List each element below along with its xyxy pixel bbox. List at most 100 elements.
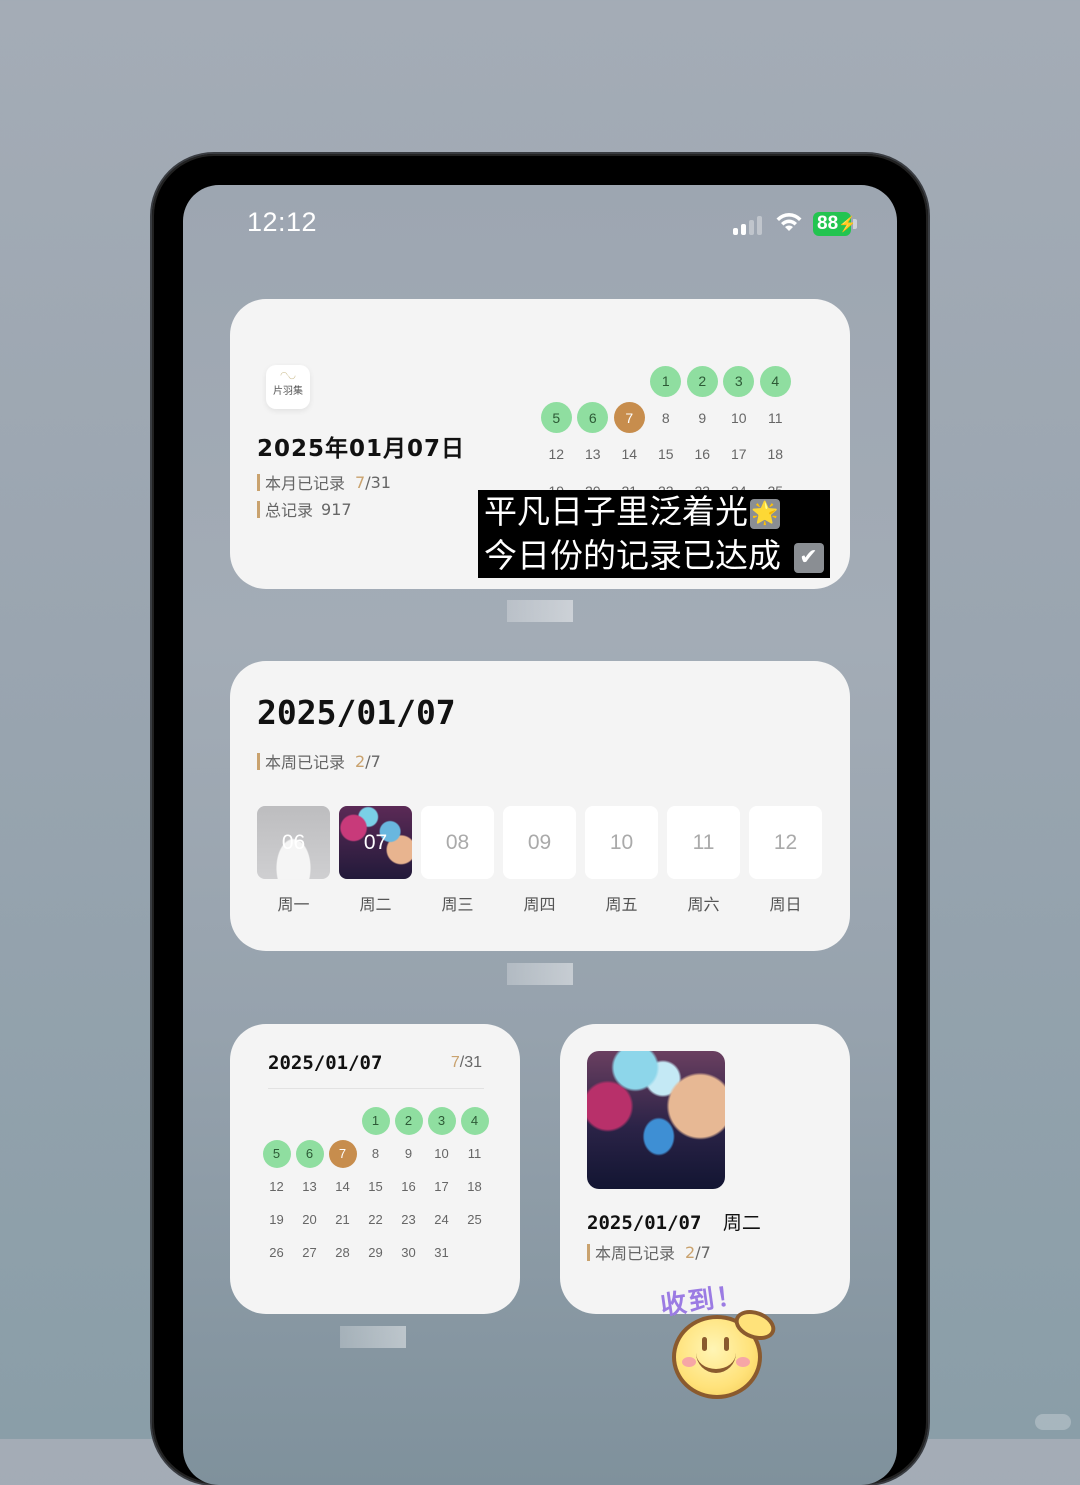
day-empty-tile[interactable]: 10 <box>585 806 658 879</box>
calendar-day-number: 16 <box>694 446 711 463</box>
calendar-day[interactable]: 8 <box>359 1137 392 1170</box>
calendar-day[interactable]: 10 <box>425 1137 458 1170</box>
calendar-day[interactable]: 18 <box>458 1170 491 1203</box>
calendar-day[interactable]: 20 <box>293 1203 326 1236</box>
week-strip-widget[interactable]: 2025/01/07 本周已记录 2/7 06 周一 07 周二 08 周三 09 周四 10 周… <box>230 661 850 951</box>
weekday-label: 周四 <box>523 895 556 914</box>
calendar-blank <box>326 1104 359 1137</box>
day-empty-tile[interactable]: 09 <box>503 806 576 879</box>
calendar-day[interactable]: 15 <box>648 436 685 473</box>
calendar-day[interactable]: 26 <box>260 1236 293 1269</box>
calendar-day[interactable]: 19 <box>260 1203 293 1236</box>
calendar-day-recorded[interactable]: 2 <box>684 363 721 400</box>
calendar-day-number: 2 <box>394 1106 423 1135</box>
calendar-day[interactable]: 11 <box>757 400 794 437</box>
calendar-day[interactable]: 15 <box>359 1170 392 1203</box>
calendar-day-recorded[interactable]: 4 <box>757 363 794 400</box>
calendar-day[interactable]: 16 <box>392 1170 425 1203</box>
day-photo-tile[interactable]: 07 <box>339 806 412 879</box>
calendar-day-number: 3 <box>723 365 755 397</box>
calendar-day-recorded[interactable]: 1 <box>359 1104 392 1137</box>
caption-line-2: 今日份的记录已达成 ✔ <box>484 534 824 578</box>
calendar-day-recorded[interactable]: 6 <box>293 1137 326 1170</box>
widget-label-placeholder <box>340 1326 406 1348</box>
calendar-day-recorded[interactable]: 2 <box>392 1104 425 1137</box>
calendar-day-recorded[interactable]: 3 <box>425 1104 458 1137</box>
calendar-day[interactable]: 17 <box>721 436 758 473</box>
calendar-day-number: 7 <box>328 1139 357 1168</box>
week-day-item[interactable]: 11 周六 <box>667 806 740 915</box>
week-day-item[interactable]: 12 周日 <box>749 806 822 915</box>
calendar-day[interactable]: 23 <box>392 1203 425 1236</box>
calendar-day-recorded[interactable]: 5 <box>260 1137 293 1170</box>
calendar-blank <box>611 363 648 400</box>
calendar-day-recorded[interactable]: 1 <box>648 363 685 400</box>
day-empty-tile[interactable]: 12 <box>749 806 822 879</box>
stat-total: /7 <box>695 1242 711 1262</box>
week-day-item[interactable]: 09 周四 <box>503 806 576 915</box>
calendar-day-number: 14 <box>335 1179 350 1194</box>
total-record-stat: 总记录 917 <box>257 497 352 521</box>
calendar-day-number: 9 <box>698 409 707 426</box>
calendar-day[interactable]: 31 <box>425 1236 458 1269</box>
day-photo-tile[interactable]: 06 <box>257 806 330 879</box>
calendar-day-number: 26 <box>269 1245 284 1260</box>
calendar-day-number: 7 <box>613 402 645 434</box>
calendar-day[interactable]: 14 <box>326 1170 359 1203</box>
weekday-label: 周二 <box>359 895 392 914</box>
calendar-day[interactable]: 13 <box>293 1170 326 1203</box>
calendar-day[interactable]: 25 <box>458 1203 491 1236</box>
week-day-item[interactable]: 06 周一 <box>257 806 330 915</box>
calendar-day-number: 21 <box>335 1212 350 1227</box>
calendar-day-recorded[interactable]: 5 <box>538 400 575 437</box>
calendar-day-number: 28 <box>335 1245 350 1260</box>
calendar-day[interactable]: 12 <box>538 436 575 473</box>
stat-total: /7 <box>365 751 381 771</box>
daily-photo-widget[interactable]: 2025/01/07 周二 本周已记录 2/7 <box>560 1024 850 1314</box>
week-day-item[interactable]: 10 周五 <box>585 806 658 915</box>
calendar-day[interactable]: 24 <box>425 1203 458 1236</box>
calendar-day[interactable]: 13 <box>575 436 612 473</box>
calendar-day[interactable]: 22 <box>359 1203 392 1236</box>
weekday-label: 周日 <box>769 895 802 914</box>
ratio-done: 7 <box>450 1054 460 1071</box>
day-empty-tile[interactable]: 08 <box>421 806 494 879</box>
calendar-day[interactable]: 8 <box>648 400 685 437</box>
calendar-day[interactable]: 14 <box>611 436 648 473</box>
calendar-day-recorded[interactable]: 3 <box>721 363 758 400</box>
calendar-day-recorded[interactable]: 6 <box>575 400 612 437</box>
day-empty-tile[interactable]: 11 <box>667 806 740 879</box>
calendar-day-recorded[interactable]: 4 <box>458 1104 491 1137</box>
wifi-icon <box>776 213 802 231</box>
calendar-day-number: 11 <box>767 409 783 426</box>
sticker-cheek <box>736 1357 750 1367</box>
week-day-item[interactable]: 07 周二 <box>339 806 412 915</box>
calendar-day[interactable]: 11 <box>458 1137 491 1170</box>
calendar-day[interactable]: 9 <box>684 400 721 437</box>
calendar-day[interactable]: 27 <box>293 1236 326 1269</box>
accent-bar <box>257 752 260 770</box>
calendar-day[interactable]: 18 <box>757 436 794 473</box>
calendar-day-number: 5 <box>262 1139 291 1168</box>
cellular-signal-icon <box>733 215 762 235</box>
calendar-day[interactable]: 10 <box>721 400 758 437</box>
calendar-day-number: 27 <box>302 1245 317 1260</box>
month-calendar-widget-small[interactable]: 2025/01/07 7/31 1 2 3 4 5 6 7 8 9 10 11 12 13 14 15 16 1… <box>230 1024 520 1314</box>
calendar-day[interactable]: 16 <box>684 436 721 473</box>
calendar-day-today[interactable]: 7 <box>611 400 648 437</box>
calendar-day-number: 19 <box>269 1212 284 1227</box>
calendar-day[interactable]: 30 <box>392 1236 425 1269</box>
calendar-day[interactable]: 28 <box>326 1236 359 1269</box>
calendar-day[interactable]: 21 <box>326 1203 359 1236</box>
calendar-day-number: 14 <box>621 446 638 463</box>
calendar-day[interactable]: 29 <box>359 1236 392 1269</box>
calendar-blank <box>575 363 612 400</box>
week-day-item[interactable]: 08 周三 <box>421 806 494 915</box>
calendar-day[interactable]: 17 <box>425 1170 458 1203</box>
calendar-day-today[interactable]: 7 <box>326 1137 359 1170</box>
calendar-day[interactable]: 12 <box>260 1170 293 1203</box>
month-record-stat: 本月已记录 7/31 <box>257 470 391 494</box>
calendar-day-number: 23 <box>401 1212 416 1227</box>
daily-photo[interactable] <box>587 1051 725 1189</box>
calendar-day[interactable]: 9 <box>392 1137 425 1170</box>
